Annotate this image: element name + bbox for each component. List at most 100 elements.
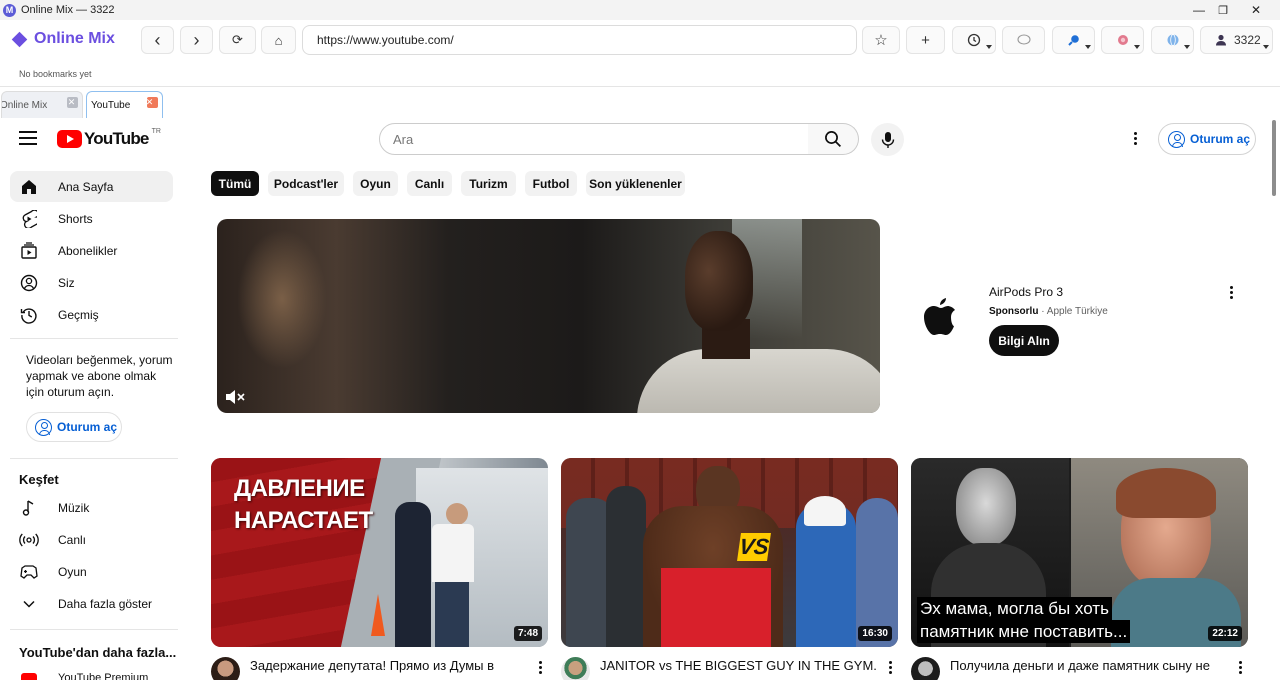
menu-hamburger-icon[interactable] (19, 131, 37, 147)
sidebar-item-shorts[interactable]: Shorts (10, 203, 173, 234)
account-icon (35, 418, 52, 436)
tab-youtube[interactable]: YouTube ✕ (86, 91, 163, 118)
chat-bubble-icon (1016, 34, 1031, 45)
clock-icon (967, 33, 981, 47)
tab-strip: Online Mix ✕ YouTube ✕ (0, 86, 1280, 118)
sidebar-item-label: Abonelikler (58, 243, 118, 258)
video-thumbnail[interactable]: ДАВЛЕНИЕ НАРАСТАЕТ 7:48 (211, 458, 548, 647)
country-code: TR (151, 127, 161, 135)
scrollbar-thumb[interactable] (1272, 120, 1276, 196)
search-engine-button[interactable] (1052, 26, 1095, 54)
settings-kebab-icon[interactable] (1133, 131, 1137, 146)
mute-icon[interactable] (224, 389, 246, 405)
language-button[interactable] (1151, 26, 1194, 54)
tab-online-mix[interactable]: Online Mix ✕ (1, 91, 83, 118)
video-duration: 7:48 (513, 626, 542, 641)
brand-diamond-icon (11, 31, 28, 47)
ad-video-player[interactable] (217, 219, 880, 413)
video-title[interactable]: Задержание депутата! Прямо из Думы в (250, 657, 526, 674)
chip-podcasts[interactable]: Podcast'ler (268, 171, 344, 196)
sign-in-label: Oturum aç (1190, 132, 1251, 146)
puzzle-icon (1117, 35, 1128, 45)
profile-label: 3322 (1234, 33, 1261, 47)
bookmark-star-button[interactable]: ☆ (862, 26, 900, 54)
video-title[interactable]: Получила деньги и даже памятник сыну не (950, 657, 1226, 674)
video-duration: 16:30 (858, 626, 892, 641)
chip-recently-uploaded[interactable]: Son yüklenenler (586, 171, 685, 196)
sidebar-item-gaming[interactable]: Oyun (10, 556, 173, 587)
ad-sponsor-line: Sponsorlu · Apple Türkiye (989, 306, 1108, 317)
chip-live[interactable]: Canlı (407, 171, 452, 196)
sidebar-item-label: Geçmiş (58, 307, 99, 322)
chip-football[interactable]: Futbol (525, 171, 577, 196)
close-tab-icon[interactable]: ✕ (146, 97, 158, 108)
browser-brand: Online Mix (11, 30, 115, 48)
video-thumbnail[interactable]: Эх мама, могла бы хоть памятник мне пост… (911, 458, 1248, 647)
home-button[interactable]: ⌂ (261, 26, 296, 54)
chip-all[interactable]: Tümü (211, 171, 259, 196)
video-options-kebab-icon[interactable] (538, 660, 542, 675)
thumbnail-caption: Эх мама, могла бы хоть (917, 597, 1112, 620)
history-icon (19, 305, 39, 325)
ad-options-kebab-icon[interactable] (1229, 285, 1233, 300)
chat-button[interactable] (1002, 26, 1045, 54)
sidebar-item-you[interactable]: Siz (10, 267, 173, 298)
sidebar-item-subscriptions[interactable]: Abonelikler (10, 235, 173, 266)
forward-button[interactable]: › (180, 26, 213, 54)
page-scrollbar[interactable] (1269, 118, 1280, 680)
thumbnail-caption: памятник мне поставить... (917, 620, 1131, 643)
magnifier-icon (1067, 35, 1079, 46)
video-title[interactable]: JANITOR vs THE BIGGEST GUY IN THE GYM. H… (600, 657, 876, 674)
sidebar-item-label: Canlı (58, 532, 87, 547)
sidebar-divider (10, 458, 178, 459)
sidebar-item-label: Siz (58, 275, 75, 290)
close-window-button[interactable]: ✕ (1233, 0, 1279, 20)
video-thumbnail[interactable]: VS 16:30 (561, 458, 898, 647)
profile-button[interactable]: 3322 (1200, 26, 1273, 54)
learn-more-button[interactable]: Bilgi Alın (989, 325, 1059, 356)
window-title: Online Mix — 3322 (21, 4, 115, 16)
thumbnail-caption: НАРАСТАЕТ (234, 507, 373, 534)
microphone-icon (881, 131, 894, 148)
history-menu-button[interactable] (952, 26, 996, 54)
extensions-button[interactable] (1101, 26, 1144, 54)
youtube-logo[interactable]: YouTube TR (57, 127, 161, 149)
account-icon (1168, 130, 1185, 148)
close-tab-icon[interactable]: ✕ (67, 97, 78, 108)
channel-avatar[interactable] (561, 657, 590, 680)
sidebar-item-music[interactable]: Müzik (10, 492, 173, 523)
new-tab-button[interactable]: + (906, 26, 945, 54)
url-text: https://www.youtube.com/ (317, 33, 454, 47)
sidebar-item-home[interactable]: Ana Sayfa (10, 171, 173, 202)
gaming-icon (19, 562, 39, 582)
thumbnail-caption: VS (737, 533, 771, 561)
sidebar-sign-in-button[interactable]: Oturum aç (26, 412, 122, 442)
sidebar-item-history[interactable]: Geçmiş (10, 299, 173, 330)
sidebar-item-premium[interactable]: YouTube Premium (10, 668, 173, 680)
sidebar-show-more[interactable]: Daha fazla göster (10, 588, 173, 619)
address-bar[interactable]: https://www.youtube.com/ (302, 25, 857, 55)
search-input[interactable]: Ara (379, 123, 809, 155)
video-options-kebab-icon[interactable] (1238, 660, 1242, 675)
chip-tourism[interactable]: Turizm (461, 171, 516, 196)
bookmarks-bar-text: No bookmarks yet (19, 69, 92, 79)
explore-heading: Keşfet (19, 472, 59, 487)
screen: M Online Mix — 3322 — ❐ ✕ Online Mix ‹ ›… (0, 0, 1280, 680)
chip-gaming[interactable]: Oyun (353, 171, 398, 196)
sign-in-label: Oturum aç (57, 420, 118, 434)
reload-button[interactable]: ⟳ (219, 26, 256, 54)
voice-search-button[interactable] (871, 123, 904, 156)
sidebar-item-live[interactable]: Canlı (10, 524, 173, 555)
subscriptions-icon (19, 241, 39, 261)
thumbnail-caption: ДАВЛЕНИЕ (234, 475, 365, 502)
search-button[interactable] (808, 123, 859, 155)
channel-avatar[interactable] (211, 657, 240, 680)
sign-in-button[interactable]: Oturum aç (1158, 123, 1256, 155)
sidebar-item-label: Oyun (58, 564, 87, 579)
channel-avatar[interactable] (911, 657, 940, 680)
video-options-kebab-icon[interactable] (888, 660, 892, 675)
back-button[interactable]: ‹ (141, 26, 174, 54)
youtube-premium-icon (19, 668, 39, 680)
user-icon (1216, 34, 1226, 46)
advertiser-name[interactable]: Apple Türkiye (1047, 306, 1108, 317)
